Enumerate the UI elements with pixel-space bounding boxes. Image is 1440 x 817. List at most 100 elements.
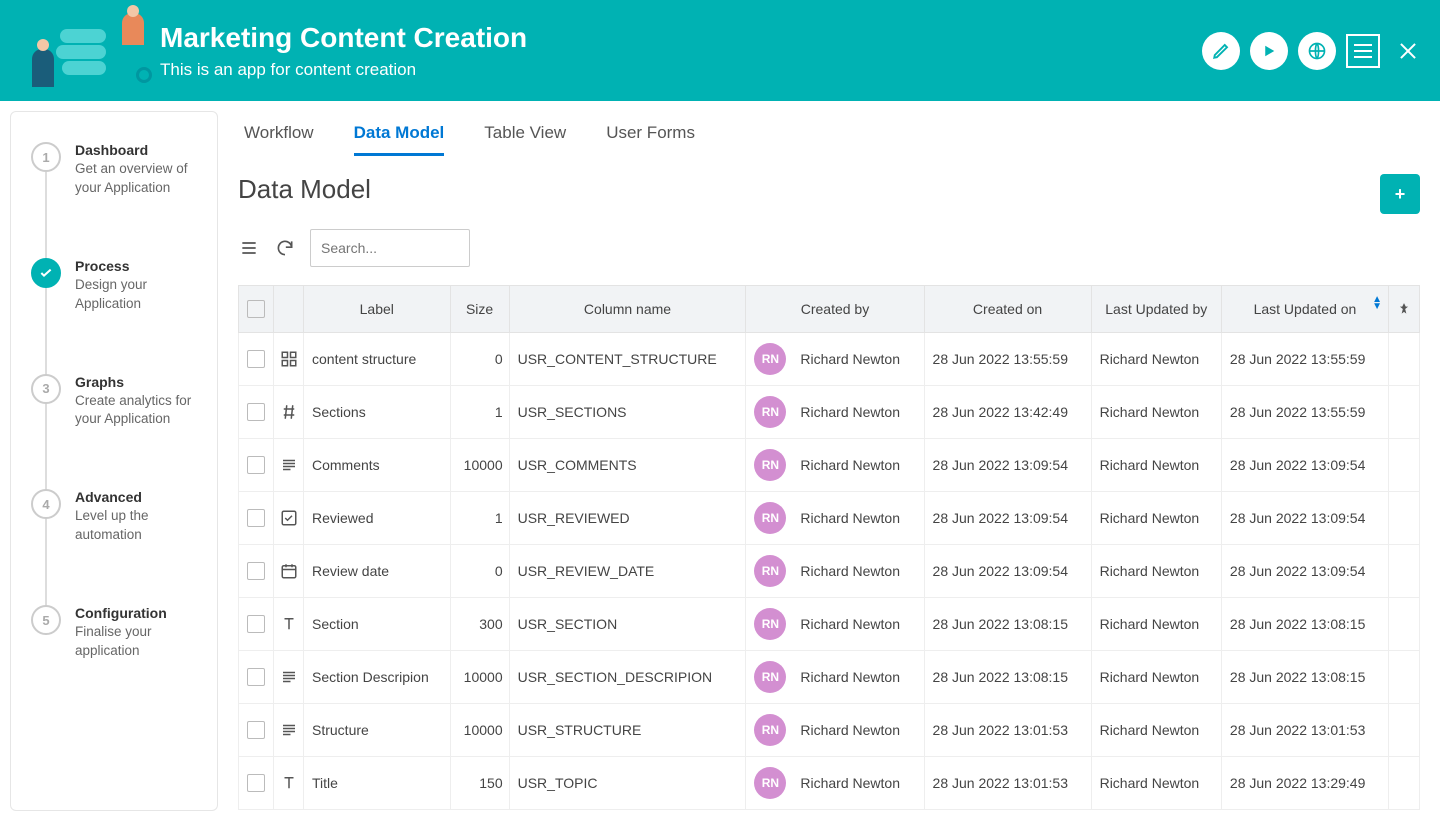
- cell-updated-by: Richard Newton: [1091, 386, 1221, 439]
- sidebar-step-dashboard[interactable]: 1DashboardGet an overview of your Applic…: [31, 142, 205, 198]
- table-row[interactable]: Reviewed1USR_REVIEWEDRNRichard Newton28 …: [239, 492, 1420, 545]
- tab-table-view[interactable]: Table View: [484, 123, 566, 156]
- cell-created-on: 28 Jun 2022 13:09:54: [924, 545, 1091, 598]
- search-box[interactable]: [310, 229, 470, 267]
- search-input[interactable]: [321, 240, 502, 256]
- sidebar: 1DashboardGet an overview of your Applic…: [10, 111, 218, 811]
- cell-column-name: USR_TOPIC: [509, 757, 746, 810]
- app-illustration: [20, 11, 160, 91]
- cell-created-on: 28 Jun 2022 13:09:54: [924, 439, 1091, 492]
- table-row[interactable]: Structure10000USR_STRUCTURERNRichard New…: [239, 704, 1420, 757]
- play-button[interactable]: [1250, 32, 1288, 70]
- menu-button[interactable]: [1346, 34, 1380, 68]
- play-icon: [1260, 42, 1278, 60]
- row-checkbox[interactable]: [247, 721, 265, 739]
- row-checkbox[interactable]: [247, 615, 265, 633]
- cell-updated-by: Richard Newton: [1091, 757, 1221, 810]
- row-checkbox[interactable]: [247, 562, 265, 580]
- cell-pin[interactable]: [1389, 545, 1420, 598]
- cell-created-by: RNRichard Newton: [746, 439, 924, 492]
- column-header[interactable]: Created on: [924, 286, 1091, 333]
- row-checkbox[interactable]: [247, 456, 265, 474]
- row-checkbox[interactable]: [247, 774, 265, 792]
- column-header[interactable]: Column name: [509, 286, 746, 333]
- sidebar-step-advanced[interactable]: 4AdvancedLevel up the automation: [31, 489, 205, 545]
- table-row[interactable]: Review date0USR_REVIEW_DATERNRichard New…: [239, 545, 1420, 598]
- cell-pin[interactable]: [1389, 598, 1420, 651]
- cell-created-by: RNRichard Newton: [746, 492, 924, 545]
- tab-user-forms[interactable]: User Forms: [606, 123, 695, 156]
- step-circle: 5: [31, 605, 61, 635]
- step-circle: 1: [31, 142, 61, 172]
- cell-created-on: 28 Jun 2022 13:01:53: [924, 704, 1091, 757]
- cell-created-by: RNRichard Newton: [746, 598, 924, 651]
- cell-updated-on: 28 Jun 2022 13:55:59: [1221, 386, 1388, 439]
- select-all-checkbox[interactable]: [247, 300, 265, 318]
- table-row[interactable]: Title150USR_TOPICRNRichard Newton28 Jun …: [239, 757, 1420, 810]
- row-checkbox[interactable]: [247, 668, 265, 686]
- step-desc: Design your Application: [75, 276, 205, 314]
- step-desc: Level up the automation: [75, 507, 205, 545]
- cell-pin[interactable]: [1389, 492, 1420, 545]
- column-header[interactable]: Last Updated on▲▼: [1221, 286, 1388, 333]
- cell-size: 0: [450, 333, 509, 386]
- column-header[interactable]: [1389, 286, 1420, 333]
- row-checkbox[interactable]: [247, 350, 265, 368]
- column-header[interactable]: [274, 286, 304, 333]
- column-header[interactable]: Created by: [746, 286, 924, 333]
- avatar: RN: [754, 396, 786, 428]
- row-checkbox[interactable]: [247, 509, 265, 527]
- add-button[interactable]: +: [1380, 174, 1420, 214]
- cell-pin[interactable]: [1389, 704, 1420, 757]
- globe-button[interactable]: [1298, 32, 1336, 70]
- tab-workflow[interactable]: Workflow: [244, 123, 314, 156]
- cell-created-on: 28 Jun 2022 13:08:15: [924, 598, 1091, 651]
- table-row[interactable]: Sections1USR_SECTIONSRNRichard Newton28 …: [239, 386, 1420, 439]
- refresh-button[interactable]: [274, 237, 296, 259]
- avatar: RN: [754, 555, 786, 587]
- cell-pin[interactable]: [1389, 386, 1420, 439]
- column-header[interactable]: [239, 286, 274, 333]
- tab-data-model[interactable]: Data Model: [354, 123, 445, 156]
- cell-updated-by: Richard Newton: [1091, 333, 1221, 386]
- column-header[interactable]: Last Updated by: [1091, 286, 1221, 333]
- tabs: Workflow Data Model Table View User Forms: [244, 123, 1420, 156]
- cell-column-name: USR_CONTENT_STRUCTURE: [509, 333, 746, 386]
- cell-size: 10000: [450, 651, 509, 704]
- column-header[interactable]: Size: [450, 286, 509, 333]
- table-row[interactable]: Comments10000USR_COMMENTSRNRichard Newto…: [239, 439, 1420, 492]
- cell-updated-by: Richard Newton: [1091, 545, 1221, 598]
- cell-created-by: RNRichard Newton: [746, 704, 924, 757]
- cell-column-name: USR_SECTIONS: [509, 386, 746, 439]
- list-toggle-button[interactable]: [238, 237, 260, 259]
- step-title: Advanced: [75, 489, 205, 505]
- cell-pin[interactable]: [1389, 439, 1420, 492]
- edit-button[interactable]: [1202, 32, 1240, 70]
- cell-label: Title: [304, 757, 451, 810]
- cell-column-name: USR_REVIEW_DATE: [509, 545, 746, 598]
- avatar: RN: [754, 502, 786, 534]
- pencil-icon: [1212, 42, 1230, 60]
- cell-pin[interactable]: [1389, 333, 1420, 386]
- cell-pin[interactable]: [1389, 757, 1420, 810]
- avatar: RN: [754, 661, 786, 693]
- sort-indicator-icon: ▲▼: [1372, 296, 1382, 310]
- pin-icon: [1397, 302, 1411, 316]
- cell-pin[interactable]: [1389, 651, 1420, 704]
- cell-updated-on: 28 Jun 2022 13:08:15: [1221, 651, 1388, 704]
- cell-updated-on: 28 Jun 2022 13:09:54: [1221, 439, 1388, 492]
- cell-size: 0: [450, 545, 509, 598]
- cell-created-on: 28 Jun 2022 13:08:15: [924, 651, 1091, 704]
- table-row[interactable]: content structure0USR_CONTENT_STRUCTURER…: [239, 333, 1420, 386]
- avatar: RN: [754, 343, 786, 375]
- sidebar-step-graphs[interactable]: 3GraphsCreate analytics for your Applica…: [31, 374, 205, 430]
- cell-label: Comments: [304, 439, 451, 492]
- close-button[interactable]: [1396, 39, 1420, 63]
- row-checkbox[interactable]: [247, 403, 265, 421]
- table-row[interactable]: Section300USR_SECTIONRNRichard Newton28 …: [239, 598, 1420, 651]
- column-header[interactable]: Label: [304, 286, 451, 333]
- sidebar-step-configuration[interactable]: 5ConfigurationFinalise your application: [31, 605, 205, 661]
- table-row[interactable]: Section Descripion10000USR_SECTION_DESCR…: [239, 651, 1420, 704]
- app-subtitle: This is an app for content creation: [160, 60, 527, 80]
- sidebar-step-process[interactable]: ProcessDesign your Application: [31, 258, 205, 314]
